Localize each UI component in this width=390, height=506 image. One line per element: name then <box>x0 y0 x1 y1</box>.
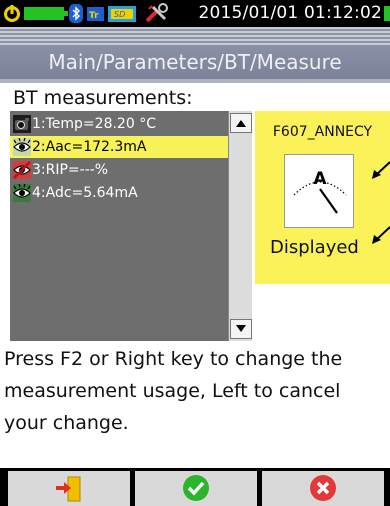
meter-unit: A <box>313 169 327 189</box>
measurement-info-panel: F607_ANNECY A Displayed <box>255 111 390 284</box>
eye-icon <box>13 184 31 202</box>
list-item-label: 3:RIP=---% <box>32 162 109 178</box>
list-item-label: 4:Adc=5.64mA <box>32 185 138 201</box>
ammeter-icon: A <box>284 154 354 228</box>
svg-text:SD: SD <box>114 10 125 19</box>
scroll-down-button[interactable] <box>230 319 252 339</box>
help-text: Press F2 or Right key to change the meas… <box>4 348 343 434</box>
camera-icon <box>13 115 31 133</box>
triangle-down-icon <box>236 325 246 332</box>
title-bar: Main/Parameters/BT/Measure <box>0 45 390 79</box>
battery-end-icon <box>384 6 390 21</box>
softkey-bar <box>0 468 390 506</box>
svg-text:Tr: Tr <box>89 11 99 21</box>
measurement-list[interactable]: 1:Temp=28.20 °C 2:Aac=172.3mA 3:RIP=---% <box>10 111 228 341</box>
cancel-button[interactable] <box>262 471 384 506</box>
app-screen: Tr SD 2015/01/01 01:12:02 Main/Parameter… <box>0 0 390 506</box>
status-bar: Tr SD 2015/01/01 01:12:02 <box>0 0 390 27</box>
eye-icon <box>13 138 31 156</box>
tr-icon: Tr <box>87 7 104 21</box>
list-item-label: 2:Aac=172.3mA <box>32 139 147 155</box>
datetime-display: 2015/01/01 01:12:02 <box>198 3 382 23</box>
list-item[interactable]: 4:Adc=5.64mA <box>10 182 228 204</box>
bluetooth-icon <box>69 4 83 23</box>
power-icon <box>4 5 20 22</box>
scroll-up-button[interactable] <box>230 113 252 133</box>
list-item-selected[interactable]: 2:Aac=172.3mA <box>10 136 228 158</box>
display-status: Displayed <box>270 237 359 258</box>
section-label: BT measurements: <box>13 87 193 109</box>
exit-button[interactable] <box>8 471 130 506</box>
arrow-pointer-icon <box>372 226 390 244</box>
tools-icon <box>145 3 168 23</box>
sd-card-icon: SD <box>108 6 136 22</box>
list-scrollbar[interactable] <box>228 111 252 341</box>
check-icon <box>183 475 209 501</box>
list-item-label: 1:Temp=28.20 °C <box>32 116 156 132</box>
confirm-button[interactable] <box>135 471 257 506</box>
device-name: F607_ANNECY <box>272 124 373 140</box>
triangle-up-icon <box>236 120 246 127</box>
list-item[interactable]: 1:Temp=28.20 °C <box>10 113 228 135</box>
breadcrumb: Main/Parameters/BT/Measure <box>48 50 342 74</box>
header-stripes <box>0 27 390 45</box>
battery-icon <box>24 7 68 20</box>
title-separator <box>0 79 390 83</box>
arrow-pointer-icon <box>372 161 390 179</box>
list-item[interactable]: 3:RIP=---% <box>10 159 228 181</box>
hidden-icon <box>13 161 31 179</box>
cancel-icon <box>310 475 336 501</box>
exit-icon <box>56 476 81 502</box>
